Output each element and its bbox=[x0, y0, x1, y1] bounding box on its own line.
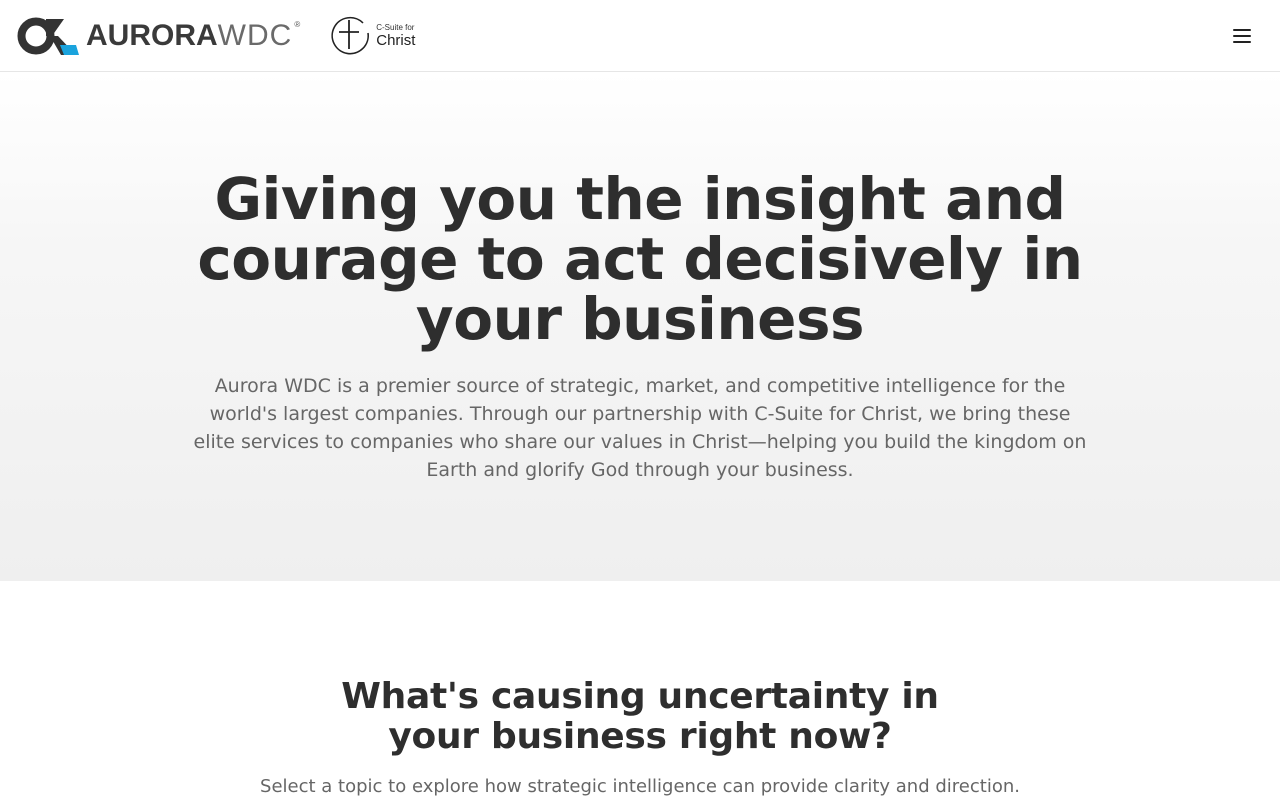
uncertainty-heading: What's causing uncertainty in your busin… bbox=[341, 676, 939, 757]
hero-description: Aurora WDC is a premier source of strate… bbox=[193, 375, 1087, 481]
aurora-wordmark-bold: AURORA bbox=[86, 18, 218, 52]
christ-text: Christ bbox=[376, 31, 416, 49]
aurora-wdc-logo[interactable]: AURORA WDC ® bbox=[16, 15, 300, 57]
c-suite-for-text: C-Suite for bbox=[376, 22, 415, 32]
c-suite-for-christ-wordmark: C-Suite for Christ bbox=[376, 22, 416, 49]
aurora-wdc-logo-icon bbox=[17, 17, 79, 55]
site-header: AURORA WDC ® C-Suite for Christ bbox=[0, 0, 1280, 72]
hamburger-menu-button[interactable] bbox=[1228, 22, 1256, 50]
hero-section: Giving you the insight and courage to ac… bbox=[0, 73, 1280, 581]
hamburger-menu-icon-bar bbox=[1233, 34, 1251, 37]
cross-circle-icon bbox=[331, 16, 370, 54]
hero-title: Giving you the insight and courage to ac… bbox=[197, 165, 1083, 353]
uncertainty-subheading: Select a topic to explore how strategic … bbox=[260, 776, 1020, 797]
registered-trademark: ® bbox=[294, 19, 301, 29]
aurora-wordmark-light: WDC bbox=[217, 18, 293, 52]
c-suite-for-christ-logo[interactable]: C-Suite for Christ bbox=[330, 15, 415, 57]
hamburger-menu-icon bbox=[1233, 28, 1251, 31]
aurora-wdc-wordmark: AURORA WDC ® bbox=[86, 18, 301, 52]
brand-group: AURORA WDC ® C-Suite for Christ bbox=[16, 15, 415, 57]
uncertainty-section: What's causing uncertainty in your busin… bbox=[0, 581, 1280, 800]
hamburger-menu-icon-bar bbox=[1233, 40, 1251, 43]
